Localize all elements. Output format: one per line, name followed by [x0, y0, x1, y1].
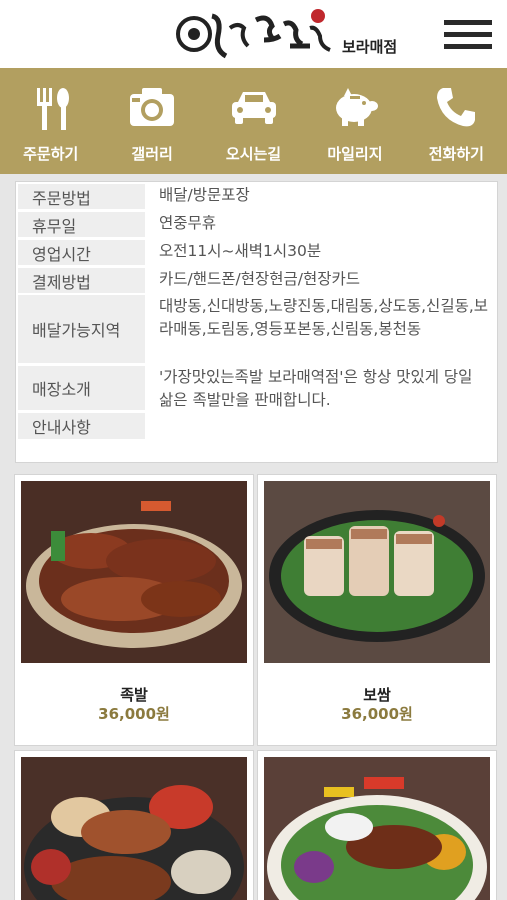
- nav-label: 마일리지: [327, 145, 383, 163]
- nav-gallery[interactable]: 갤러리: [101, 68, 202, 174]
- info-value: 대방동,신대방동,노량진동,대림동,상도동,신길동,보라매동,도림동,영등포본동…: [159, 297, 489, 338]
- nav-label: 전화하기: [428, 145, 484, 163]
- brand-logo[interactable]: [172, 6, 340, 64]
- info-key: 매장소개: [18, 366, 145, 410]
- main-nav: 주문하기 갤러리 오시는길 마일리지 전화하기: [0, 68, 507, 174]
- product-card[interactable]: [257, 750, 497, 900]
- info-key: 결제방법: [18, 268, 145, 293]
- nav-call[interactable]: 전화하기: [406, 68, 507, 174]
- info-key: 안내사항: [18, 413, 145, 439]
- info-value: 배달/방문포장: [159, 186, 250, 204]
- info-key: 주문방법: [18, 184, 145, 209]
- info-value: '가장맛있는족발 보라매역점'은 항상 맛있게 당일 삶은 족발만을 판매합니다…: [159, 368, 473, 409]
- product-card-jokbal[interactable]: 족발 36,000원: [14, 474, 254, 746]
- phone-icon: [437, 88, 476, 127]
- info-value: [145, 413, 495, 439]
- product-photo: [264, 481, 490, 663]
- product-card-bossam[interactable]: 보쌈 36,000원: [257, 474, 497, 746]
- info-key: 휴무일: [18, 212, 145, 237]
- info-row: 휴무일 연중무휴: [18, 212, 495, 237]
- car-icon: [231, 92, 276, 124]
- hamburger-menu-icon[interactable]: [444, 20, 492, 50]
- info-row: 주문방법 배달/방문포장: [18, 184, 495, 209]
- product-photo: [21, 757, 247, 900]
- info-key: 배달가능지역: [18, 295, 145, 363]
- piggy-bank-icon: [335, 88, 378, 126]
- info-row: 결제방법 카드/핸드폰/현장현금/현장카드: [18, 268, 495, 293]
- info-value: 오전11시~새벽1시30분: [159, 242, 322, 260]
- product-price: 36,000원: [98, 705, 170, 723]
- product-card[interactable]: [14, 750, 254, 900]
- camera-icon: [130, 88, 175, 126]
- nav-directions[interactable]: 오시는길: [203, 68, 304, 174]
- fork-spoon-icon: [36, 88, 69, 130]
- app-header: 보라매점: [0, 0, 507, 68]
- product-photo: [264, 757, 490, 900]
- info-row: 배달가능지역 대방동,신대방동,노량진동,대림동,상도동,신길동,보라매동,도림…: [18, 295, 495, 363]
- product-name: 보쌈: [363, 686, 391, 704]
- nav-label: 주문하기: [23, 145, 79, 163]
- info-row: 매장소개 '가장맛있는족발 보라매역점'은 항상 맛있게 당일 삶은 족발만을 …: [18, 366, 495, 410]
- info-row: 안내사항: [18, 413, 495, 439]
- store-info-table: 주문방법 배달/방문포장 휴무일 연중무휴 영업시간 오전11시~새벽1시30분…: [15, 181, 498, 463]
- info-value: 카드/핸드폰/현장현금/현장카드: [159, 270, 361, 288]
- branch-name: 보라매점: [342, 38, 398, 56]
- nav-label: 갤러리: [131, 145, 173, 163]
- info-row: 영업시간 오전11시~새벽1시30분: [18, 240, 495, 265]
- nav-label: 오시는길: [225, 145, 282, 163]
- nav-order[interactable]: 주문하기: [0, 68, 101, 174]
- info-key: 영업시간: [18, 240, 145, 265]
- product-name: 족발: [120, 686, 148, 704]
- product-price: 36,000원: [341, 705, 413, 723]
- info-value: 연중무휴: [159, 214, 217, 232]
- nav-mileage[interactable]: 마일리지: [304, 68, 405, 174]
- product-photo: [21, 481, 247, 663]
